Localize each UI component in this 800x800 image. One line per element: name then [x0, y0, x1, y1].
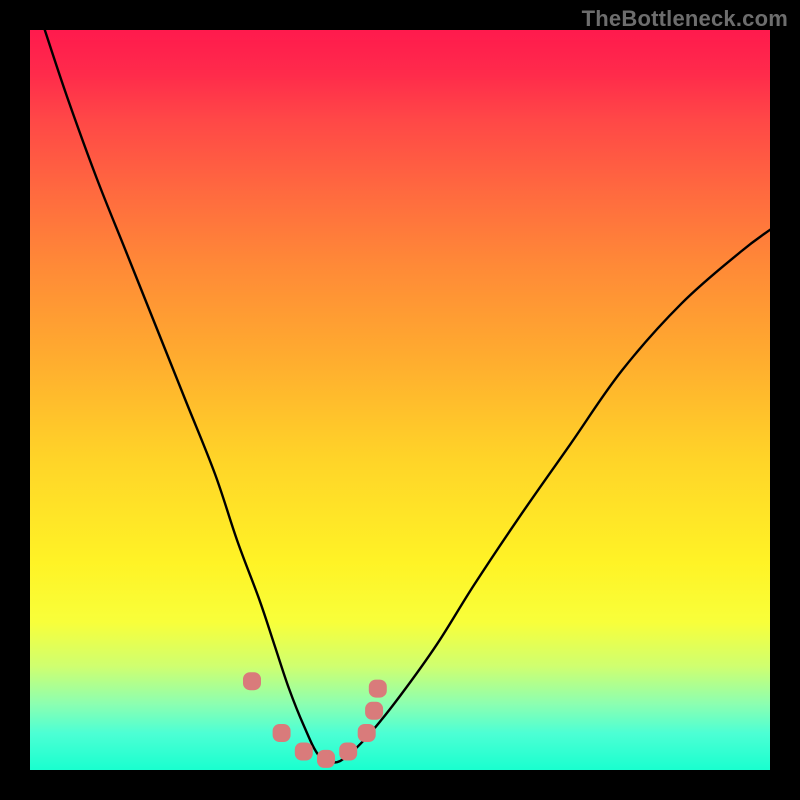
- marker-dot: [295, 743, 313, 761]
- marker-cluster: [243, 672, 387, 768]
- marker-dot: [339, 743, 357, 761]
- curve-layer: [30, 30, 770, 770]
- bottleneck-curve: [45, 30, 770, 763]
- chart-frame: TheBottleneck.com: [0, 0, 800, 800]
- marker-dot: [358, 724, 376, 742]
- plot-area: [30, 30, 770, 770]
- marker-dot: [317, 750, 335, 768]
- marker-dot: [365, 702, 383, 720]
- marker-dot: [273, 724, 291, 742]
- marker-dot: [243, 672, 261, 690]
- marker-dot: [369, 680, 387, 698]
- watermark-text: TheBottleneck.com: [582, 6, 788, 32]
